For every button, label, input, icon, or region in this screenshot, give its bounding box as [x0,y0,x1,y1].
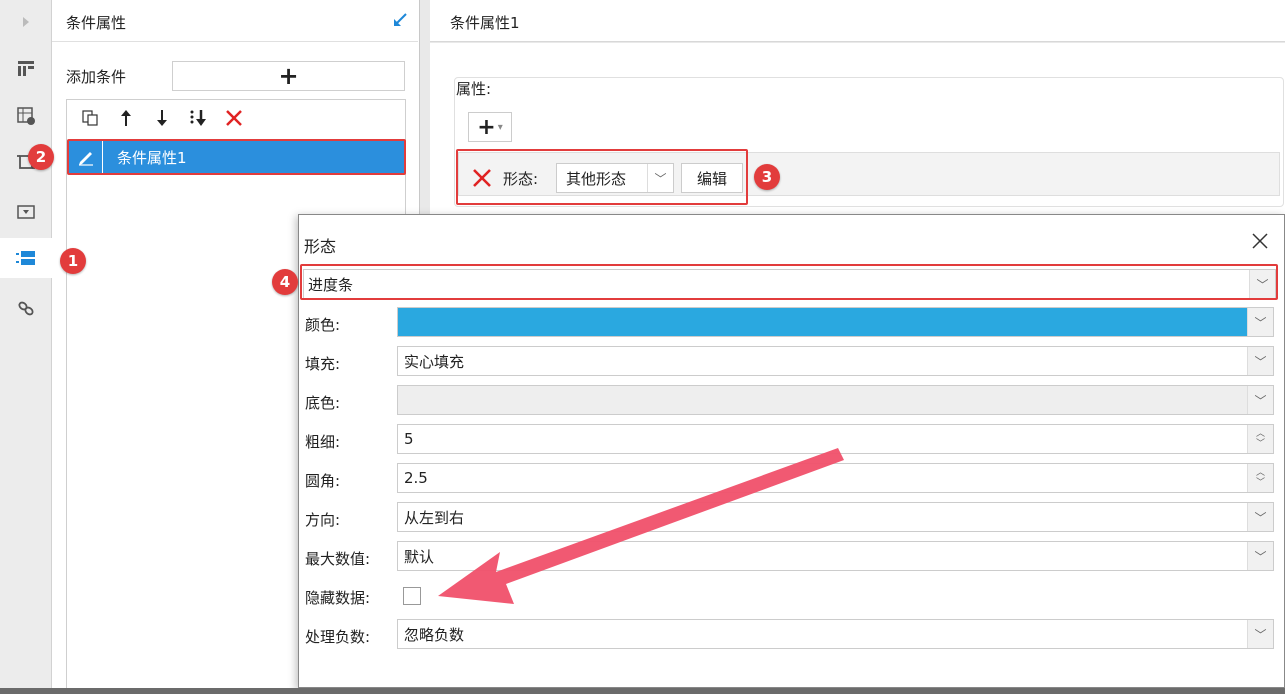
bottom-bar [0,688,1285,694]
annotation-arrow-icon [438,448,844,604]
